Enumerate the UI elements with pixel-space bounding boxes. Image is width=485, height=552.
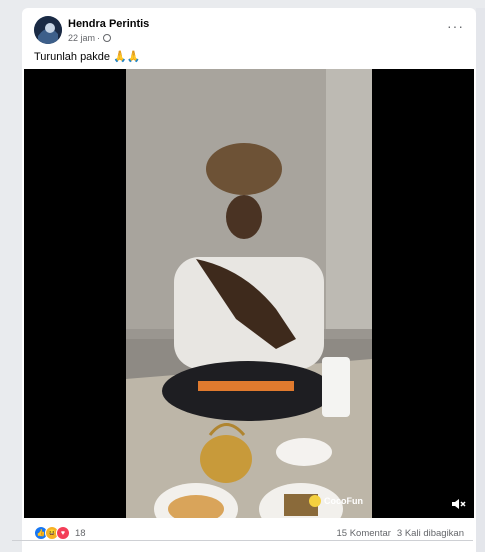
comments-link[interactable]: 15 Komentar [337, 528, 391, 539]
caption-emoji: 🙏🙏 [113, 51, 141, 63]
shares-link[interactable]: 3 Kali dibagikan [397, 528, 464, 539]
more-options-icon[interactable]: ··· [447, 18, 464, 34]
engagement-stats: 15 Komentar 3 Kali dibagikan [337, 528, 464, 539]
video-watermark: CocoFun [309, 495, 363, 507]
post-time[interactable]: 22 jam [68, 33, 95, 43]
volume-muted-icon[interactable] [450, 496, 466, 512]
avatar-image [34, 16, 62, 44]
author-avatar[interactable] [34, 16, 62, 44]
love-icon: ♥ [56, 526, 70, 540]
caption-text: Turunlah pakde [34, 51, 111, 63]
post-meta: 22 jam · [68, 33, 112, 43]
post-header: Hendra Perintis 22 jam · ··· [34, 16, 464, 46]
video-player[interactable]: CocoFun [24, 69, 474, 518]
reaction-count: 18 [75, 527, 86, 539]
watermark-logo-icon [309, 495, 321, 507]
video-frame [126, 69, 372, 518]
footer-divider [12, 540, 473, 541]
author-name[interactable]: Hendra Perintis [68, 18, 149, 30]
reactions-summary[interactable]: 👍 😆 ♥ 18 [34, 526, 86, 540]
page-scroll-strip [476, 8, 485, 552]
post-caption: Turunlah pakde 🙏🙏 [34, 50, 141, 63]
globe-icon [103, 34, 112, 42]
post-card: Hendra Perintis 22 jam · ··· Turunlah pa… [22, 8, 476, 552]
